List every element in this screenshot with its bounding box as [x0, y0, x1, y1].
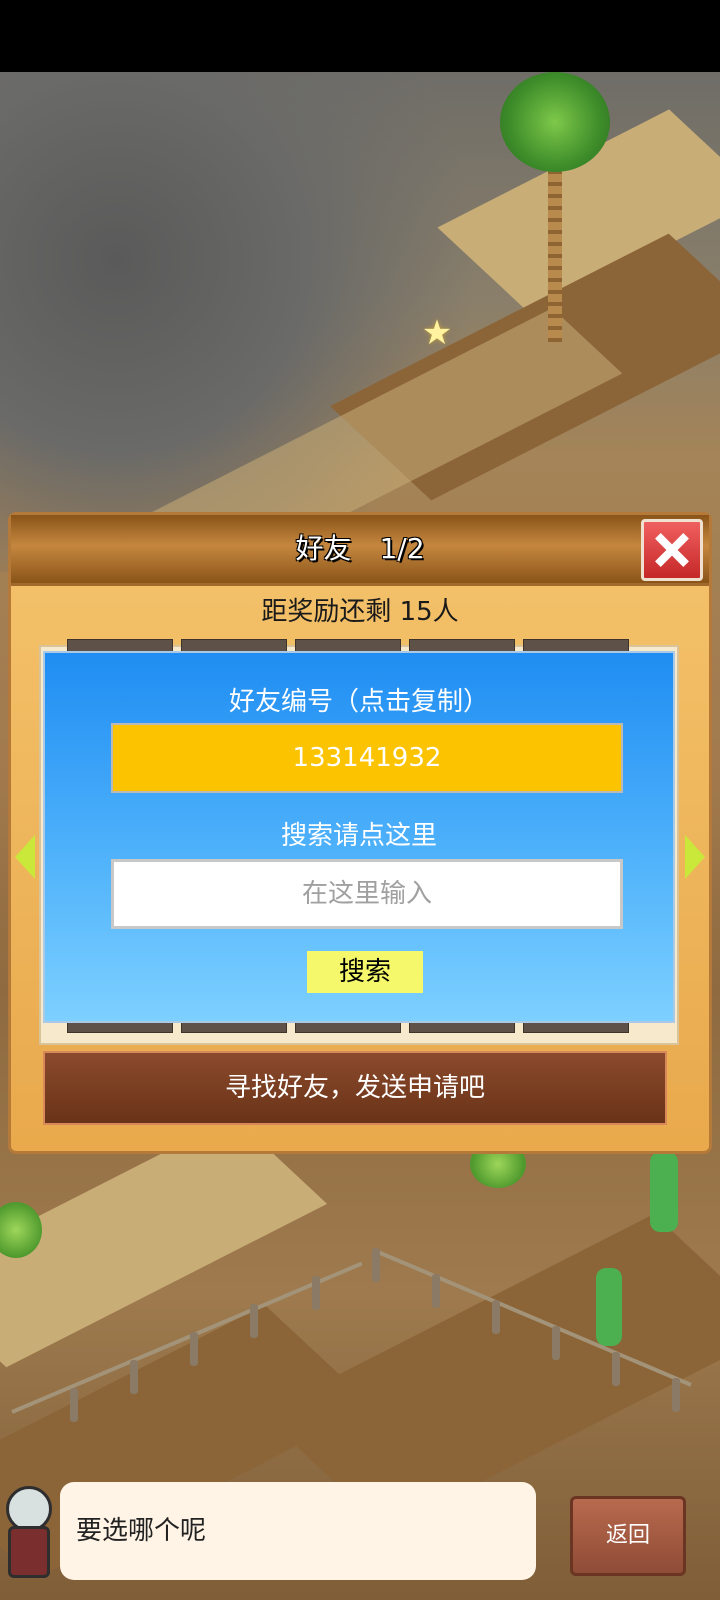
fence-post	[432, 1274, 440, 1308]
cactus	[650, 1152, 678, 1232]
previous-page-arrow-icon[interactable]	[15, 835, 35, 879]
dialog-title: 好友 1/2	[295, 532, 425, 565]
friend-id-label: 好友编号（点击复制）	[228, 687, 489, 717]
fence-post	[492, 1300, 500, 1334]
friend-id-copy-button[interactable]: 133141932	[111, 723, 623, 793]
find-friends-banner: 寻找好友，发送申请吧	[43, 1051, 667, 1125]
fence-post	[70, 1388, 78, 1422]
fence-post	[372, 1248, 380, 1282]
search-button[interactable]: 搜索	[307, 951, 423, 993]
npc-avatar	[0, 1486, 56, 1578]
next-page-arrow-icon[interactable]	[685, 835, 705, 879]
fence-post	[672, 1378, 680, 1412]
fence-post	[130, 1360, 138, 1394]
fence-post	[250, 1304, 258, 1338]
fence-post	[552, 1326, 560, 1360]
palm-tree-leaves	[500, 72, 610, 172]
fence-post	[312, 1276, 320, 1310]
star-icon[interactable]: ★	[420, 316, 454, 350]
palm-tree-trunk	[548, 162, 562, 342]
fence-post	[612, 1352, 620, 1386]
close-button[interactable]	[641, 519, 703, 581]
friend-search-panel: 好友编号（点击复制） 133141932 搜索请点这里 搜索	[43, 651, 675, 1023]
cactus	[596, 1268, 622, 1346]
reward-remaining-text: 距奖励还剩 15人	[261, 597, 459, 627]
fence-post	[190, 1332, 198, 1366]
search-label: 搜索请点这里	[280, 821, 437, 851]
friend-slot-row-top	[67, 639, 629, 653]
npc-body	[8, 1526, 50, 1578]
speech-bubble: 要选哪个呢	[60, 1482, 536, 1580]
search-input[interactable]	[111, 859, 623, 929]
back-button[interactable]: 返回	[570, 1496, 686, 1576]
friends-dialog: 好友 1/2 距奖励还剩 15人 好友编号（点击复制） 133141932 搜索…	[8, 512, 712, 1154]
status-bar	[0, 0, 720, 72]
